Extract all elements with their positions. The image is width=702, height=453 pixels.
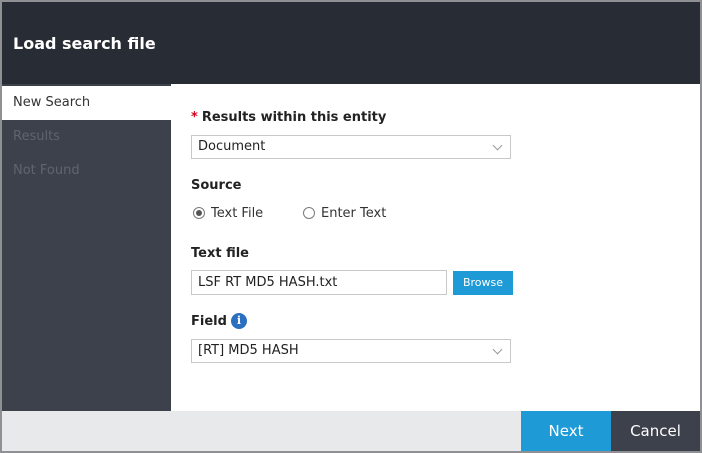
next-button[interactable]: Next (521, 411, 611, 451)
field-label: Field (191, 314, 227, 329)
dialog-footer: Next Cancel (2, 411, 700, 451)
sidebar-item-results[interactable]: Results (2, 120, 171, 154)
radio-text-file-label: Text File (211, 206, 264, 221)
wizard-steps-sidebar: New Search Results Not Found (2, 84, 171, 411)
radio-unchecked-icon (303, 207, 315, 219)
source-label: Source (191, 178, 242, 193)
chevron-down-icon (492, 344, 503, 355)
text-file-input[interactable]: LSF RT MD5 HASH.txt (191, 270, 447, 295)
info-icon[interactable]: i (231, 313, 247, 329)
field-value: [RT] MD5 HASH (198, 343, 299, 358)
results-entity-label: * Results within this entity (191, 110, 386, 126)
results-entity-select[interactable]: Document (191, 135, 511, 159)
chevron-down-icon (492, 140, 503, 151)
required-marker: * (191, 110, 198, 125)
sidebar-item-not-found[interactable]: Not Found (2, 154, 171, 188)
dialog-titlebar: Load search file (2, 2, 700, 84)
results-entity-label-text: Results within this entity (201, 110, 387, 125)
radio-enter-text-label: Enter Text (321, 206, 387, 221)
dialog-title: Load search file (13, 34, 156, 53)
cancel-button[interactable]: Cancel (611, 411, 700, 451)
results-entity-value: Document (198, 139, 266, 154)
radio-checked-icon (193, 207, 205, 219)
load-search-file-dialog: Load search file New Search Results Not … (0, 0, 702, 453)
sidebar-item-new-search[interactable]: New Search (2, 86, 171, 120)
form-content: * Results within this entity Document Sou… (171, 84, 700, 411)
browse-button[interactable]: Browse (453, 271, 513, 295)
text-file-label: Text file (191, 246, 249, 261)
field-select[interactable]: [RT] MD5 HASH (191, 339, 511, 363)
